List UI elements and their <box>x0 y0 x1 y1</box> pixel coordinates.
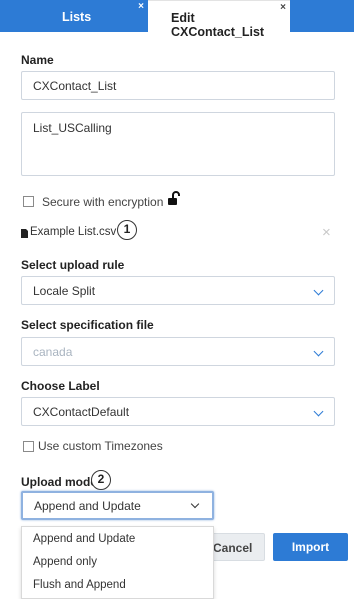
step-marker-1: 1 <box>117 220 137 240</box>
spec-file-label: Select specification file <box>21 318 154 332</box>
custom-timezones-checkbox[interactable] <box>23 441 34 452</box>
option-append-and-update[interactable]: Append and Update <box>33 533 135 545</box>
secure-checkbox[interactable] <box>23 196 34 207</box>
option-flush-and-append[interactable]: Flush and Append <box>33 579 126 591</box>
name-input[interactable]: CXContact_List <box>21 71 335 100</box>
import-button[interactable]: Import <box>273 533 348 561</box>
tab-edit-list[interactable]: Edit CXContact_List × <box>148 0 290 39</box>
file-icon <box>21 229 28 238</box>
upload-mode-dropdown: Append and Update Append only Flush and … <box>21 526 214 599</box>
description-value: List_USCalling <box>33 121 112 135</box>
chevron-down-icon <box>313 406 324 417</box>
upload-rule-label: Select upload rule <box>21 258 125 272</box>
tab-edit-label: Edit CXContact_List <box>171 11 265 39</box>
choose-label-label: Choose Label <box>21 379 100 393</box>
unlock-icon <box>168 191 180 205</box>
tab-bar: Lists × Edit CXContact_List × <box>0 0 354 39</box>
chevron-down-icon <box>190 499 200 509</box>
description-textarea[interactable]: List_USCalling <box>21 112 335 176</box>
upload-rule-select[interactable]: Locale Split <box>21 276 335 305</box>
secure-label: Secure with encryption <box>42 195 164 209</box>
option-append-only[interactable]: Append only <box>33 556 97 568</box>
choose-label-value: CXContactDefault <box>33 405 130 419</box>
close-icon[interactable]: × <box>138 1 144 12</box>
tab-lists[interactable]: Lists × <box>0 0 148 32</box>
cancel-button[interactable]: Cancel <box>206 533 265 561</box>
remove-file-icon[interactable]: × <box>322 224 331 241</box>
name-input-value: CXContact_List <box>33 79 117 93</box>
chevron-down-icon <box>313 346 324 357</box>
close-icon[interactable]: × <box>280 2 286 13</box>
upload-mode-value: Append and Update <box>34 499 141 513</box>
name-label: Name <box>21 53 54 67</box>
upload-rule-value: Locale Split <box>33 284 96 298</box>
spec-file-value: canada <box>33 345 73 359</box>
upload-mode-label: Upload mode: <box>21 475 101 489</box>
spec-file-select[interactable]: canada <box>21 337 335 366</box>
tab-lists-label: Lists <box>62 10 92 24</box>
choose-label-select[interactable]: CXContactDefault <box>21 397 335 426</box>
custom-timezones-label: Use custom Timezones <box>38 439 163 453</box>
tab-bar-fill <box>290 0 354 32</box>
upload-mode-select[interactable]: Append and Update <box>21 491 214 520</box>
file-name: Example List.csv <box>30 226 117 238</box>
chevron-down-icon <box>313 285 324 296</box>
step-marker-2: 2 <box>91 470 111 490</box>
cancel-button-label: Cancel <box>213 541 253 555</box>
